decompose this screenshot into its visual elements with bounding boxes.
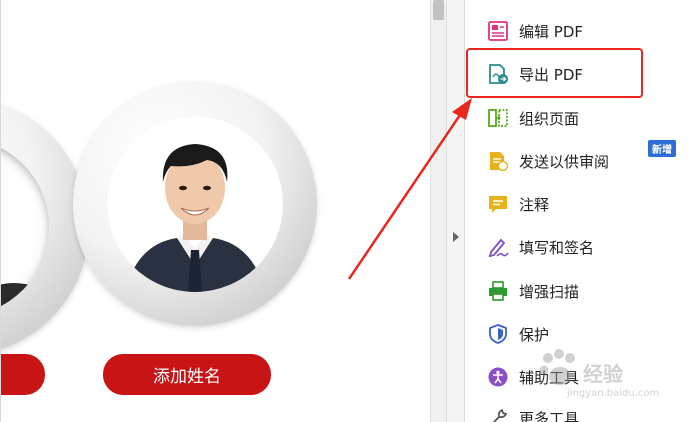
- watermark-subtext: jingyan.baidu.com: [567, 388, 660, 399]
- paw-logo-icon: [539, 349, 575, 385]
- watermark: 经验 jingyan.baidu.com: [535, 340, 685, 410]
- watermark-text: 经验: [583, 362, 623, 386]
